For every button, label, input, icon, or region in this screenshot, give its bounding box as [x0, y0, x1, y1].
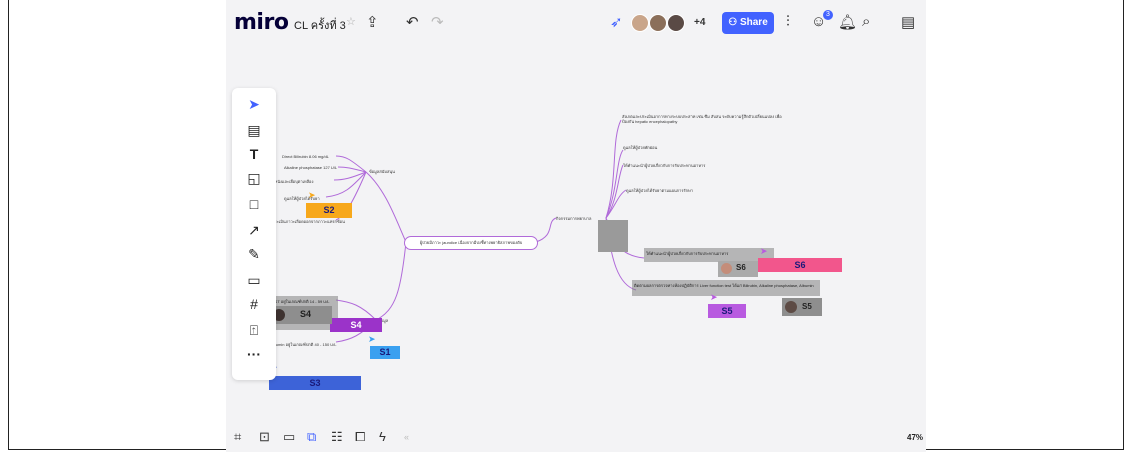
collapse-icon[interactable]: «	[404, 432, 409, 442]
frames-icon[interactable]: ⌗	[234, 429, 241, 445]
presentation-icon[interactable]: ⊡	[259, 429, 270, 445]
creation-toolbar: ➤ ▤ T ◱ □ ↗ ✎ ▭ # ⍐ ···	[232, 88, 276, 380]
cursor-tag: S6	[736, 263, 746, 272]
more-tools-icon[interactable]: ···	[232, 346, 276, 362]
frame-icon[interactable]: #	[232, 296, 276, 312]
miro-board-app: miro CL ครั้งที่ 3 ☆ ⇪ ↶ ↷ ➶ +4 ⚇ Share …	[226, 0, 926, 452]
collaborator-cursor-card: S4	[270, 306, 332, 324]
shape-icon[interactable]: □	[232, 196, 276, 212]
cursor-pointer-icon: ➤	[710, 292, 718, 302]
branch-node-support-data[interactable]: ข้อมูลสนับสนุน	[369, 168, 395, 175]
pen-icon[interactable]: ✎	[232, 246, 276, 263]
branch-node-nursing-activities[interactable]: กิจกรรมการพยาบาล	[556, 215, 591, 222]
connector-arrow-icon[interactable]: ↗	[232, 222, 276, 239]
mindmap-box[interactable]: ติดตามผลการตรวจทางห้องปฏิบัติการ Liver f…	[632, 280, 820, 296]
sticky-note[interactable]: S6	[758, 258, 842, 272]
gray-selection-block[interactable]	[598, 220, 628, 252]
comment-icon[interactable]: ▭	[232, 272, 276, 289]
mindmap-item[interactable]: ดูแลให้ผู้ป่วยพักผ่อน	[623, 144, 657, 151]
sticky-note-icon[interactable]: ◱	[232, 170, 276, 187]
cursor-pointer-icon: ➤	[308, 190, 316, 200]
upload-icon[interactable]: ⍐	[232, 322, 276, 339]
avatar	[721, 263, 732, 274]
comments-icon[interactable]: ▭	[283, 429, 295, 445]
sticky-note[interactable]: S1	[370, 346, 400, 359]
sticky-note[interactable]: S4	[330, 318, 382, 332]
zoom-level[interactable]: 47%	[907, 433, 923, 442]
cursor-tag: S4	[300, 309, 312, 319]
mindmap-item[interactable]: ประเมินภาวะเลือดออกจากภาวะแทรกซ้อน	[272, 218, 345, 225]
collaborator-cursor-card: S6	[718, 261, 758, 277]
mindmap-item[interactable]: สังเกตและประเมินอาการทางระบบประสาท เช่น …	[622, 114, 792, 124]
mindmap-item[interactable]: ผิวหนังและเยื่อบุตาเหลือง	[270, 178, 313, 185]
templates-icon[interactable]: ▤	[232, 122, 276, 139]
mindmap-box[interactable]: AST อยู่ในเกณฑ์ปกติ 14 - 59 U/L	[270, 296, 338, 306]
select-icon[interactable]: ➤	[232, 96, 276, 113]
mindmap-item[interactable]: Albumin อยู่ในเกณฑ์ปกติ 40 - 150 U/L	[270, 341, 337, 348]
mindmap-item[interactable]: ให้คำแนะนำผู้ป่วยเกี่ยวกับการรับประทานอา…	[623, 162, 705, 169]
center-node[interactable]: ผู้ป่วยมีภาวะ jaundice เนื่องจากมีบ่งชี้…	[404, 236, 538, 250]
sticky-note[interactable]: S3	[269, 376, 361, 390]
cursor-pointer-icon: ➤	[368, 334, 376, 344]
mindmap-box[interactable]: ให้คำแนะนำผู้ป่วยเกี่ยวกับการรับประทานอา…	[644, 248, 774, 262]
share-screen-icon[interactable]: ⧠	[355, 429, 365, 445]
mindmap-item[interactable]: ดูแลให้ผู้ป่วยได้รับยาตามแผนการรักษา	[626, 187, 693, 194]
text-icon[interactable]: T	[232, 146, 276, 162]
collaborator-cursor-card: S5	[782, 298, 822, 316]
cards-icon[interactable]: ⧉	[307, 429, 316, 445]
sticky-note[interactable]: S5	[708, 304, 746, 318]
mindmap-item[interactable]: Direct Bilirubin 8.06 mg/dL	[282, 154, 329, 159]
bottom-toolbar: ⌗ ⊡ ▭ ⧉ ☷ ⧠ ϟ «	[234, 426, 454, 448]
avatar	[785, 301, 797, 313]
cursor-pointer-icon: ➤	[760, 246, 768, 256]
activity-icon[interactable]: ϟ	[379, 429, 386, 444]
mindmap-item[interactable]: Alkaline phosphatase 127 U/L	[284, 165, 337, 170]
list-icon[interactable]: ☷	[331, 429, 343, 445]
cursor-tag: S5	[802, 302, 812, 311]
sticky-note[interactable]: S2	[306, 203, 352, 218]
